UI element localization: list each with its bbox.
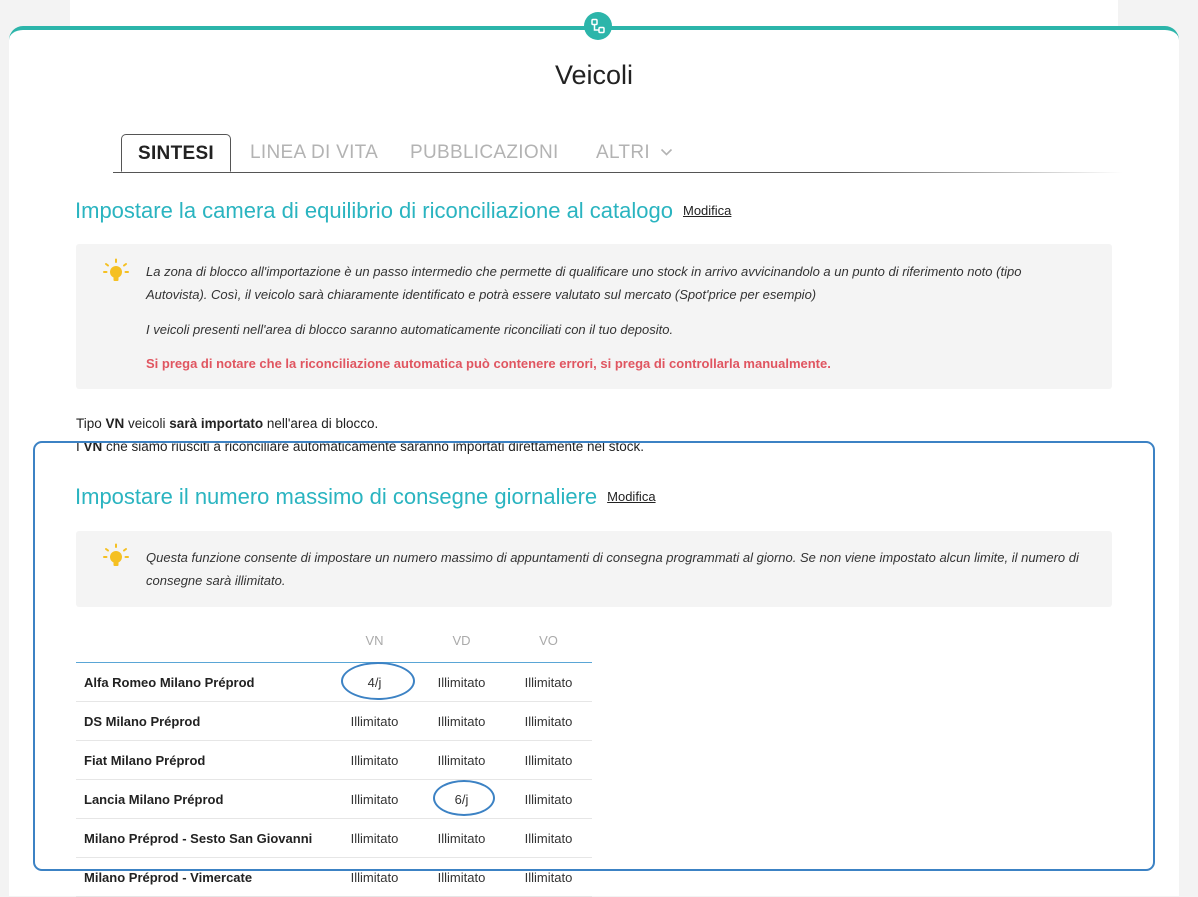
- lightbulb-icon: [103, 543, 129, 566]
- vn-limit: Illimitato: [331, 857, 418, 897]
- column-header-vd: VD: [418, 618, 505, 663]
- info-text-intro: La zona di blocco all'importazione è un …: [146, 264, 1022, 302]
- vo-limit: Illimitato: [505, 818, 592, 858]
- import-note-line2: I VN che siamo riusciti a riconciliare a…: [76, 439, 644, 454]
- table-row: Fiat Milano Préprod Illimitato Illimitat…: [76, 740, 592, 780]
- site-name: Fiat Milano Préprod: [76, 740, 331, 780]
- vn-limit: 4/j: [367, 674, 382, 690]
- tab-bar: SINTESI LINEA DI VITA PUBBLICAZIONI ALTR…: [113, 134, 1123, 173]
- vn-limit: Illimitato: [331, 701, 418, 741]
- text-run-bold: VN: [83, 439, 103, 454]
- chevron-down-icon: [660, 149, 672, 157]
- text-run: nell'area di blocco.: [263, 416, 379, 431]
- info-text-auto: I veicoli presenti nell'area di blocco s…: [146, 322, 674, 337]
- site-name: DS Milano Préprod: [76, 701, 331, 741]
- site-name: Milano Préprod - Vimercate: [76, 857, 331, 897]
- info-box-deliveries: Questa funzione consente di impostare un…: [76, 531, 1112, 607]
- vd-limit: 6/j: [454, 791, 469, 807]
- vo-limit: Illimitato: [505, 740, 592, 780]
- column-header-vo: VO: [505, 618, 592, 663]
- section-title-text: Impostare la camera di equilibrio di ric…: [75, 198, 673, 223]
- section-title-deliveries: Impostare il numero massimo di consegne …: [75, 484, 656, 510]
- section-title-text: Impostare il numero massimo di consegne …: [75, 484, 598, 509]
- info-box-reconciliation: La zona di blocco all'importazione è un …: [76, 244, 1112, 389]
- tab-linea-di-vita[interactable]: LINEA DI VITA: [250, 134, 378, 172]
- info-text-deliveries: Questa funzione consente di impostare un…: [146, 550, 1079, 588]
- text-run: I: [76, 439, 84, 454]
- text-run: Tipo: [76, 416, 106, 431]
- tab-altri[interactable]: ALTRI: [596, 134, 673, 172]
- text-run: veicoli: [124, 416, 170, 431]
- text-run-bold: sarà importato: [169, 416, 264, 431]
- text-run-bold: VN: [105, 416, 125, 431]
- vo-limit: Illimitato: [505, 779, 592, 819]
- site-name: Alfa Romeo Milano Préprod: [76, 662, 331, 702]
- vd-limit: Illimitato: [418, 857, 505, 897]
- tab-altri-label: ALTRI: [596, 142, 650, 163]
- vd-limit-cell: 6/j: [418, 779, 505, 819]
- vn-limit: Illimitato: [331, 779, 418, 819]
- table-row: Milano Préprod - Vimercate Illimitato Il…: [76, 857, 592, 897]
- column-header-site: [76, 618, 331, 663]
- edit-deliveries-link[interactable]: Modifica: [607, 489, 655, 504]
- text-run: che siamo riusciti a riconciliare automa…: [102, 439, 645, 454]
- column-header-vn: VN: [331, 618, 418, 663]
- site-name: Lancia Milano Préprod: [76, 779, 331, 819]
- vehicles-card: Veicoli SINTESI LINEA DI VITA PUBBLICAZI…: [9, 26, 1179, 897]
- vn-limit-cell: 4/j: [331, 661, 418, 702]
- vo-limit: Illimitato: [505, 701, 592, 741]
- vd-limit: Illimitato: [418, 701, 505, 741]
- section-title-reconciliation: Impostare la camera di equilibrio di ric…: [75, 198, 731, 224]
- vn-limit: Illimitato: [331, 818, 418, 858]
- vo-limit: Illimitato: [505, 857, 592, 897]
- vd-limit: Illimitato: [418, 818, 505, 858]
- vd-limit: Illimitato: [418, 740, 505, 780]
- page-title: Veicoli: [554, 60, 634, 90]
- table-row: DS Milano Préprod Illimitato Illimitato …: [76, 701, 592, 741]
- vo-limit: Illimitato: [505, 662, 592, 702]
- tab-pubblicazioni[interactable]: PUBBLICAZIONI: [410, 134, 559, 172]
- tab-sintesi[interactable]: SINTESI: [121, 134, 232, 172]
- table-header-row: VN VD VO: [76, 618, 592, 663]
- site-name: Milano Préprod - Sesto San Giovanni: [76, 818, 331, 858]
- info-text-warning: Si prega di notare che la riconciliazion…: [146, 356, 831, 371]
- network-nodes-icon: [584, 12, 612, 40]
- vn-limit: Illimitato: [331, 740, 418, 780]
- edit-reconciliation-link[interactable]: Modifica: [683, 203, 731, 218]
- lightbulb-icon: [103, 258, 129, 281]
- table-row: Lancia Milano Préprod Illimitato 6/j Ill…: [76, 779, 592, 819]
- table-row: Milano Préprod - Sesto San Giovanni Illi…: [76, 818, 592, 858]
- import-note-line1: Tipo VN veicoli sarà importato nell'area…: [76, 416, 378, 431]
- vd-limit: Illimitato: [418, 662, 505, 702]
- table-row: Alfa Romeo Milano Préprod 4/j Illimitato…: [76, 661, 592, 702]
- delivery-limits-table: VN VD VO Alfa Romeo Milano Préprod 4/j I…: [76, 618, 592, 897]
